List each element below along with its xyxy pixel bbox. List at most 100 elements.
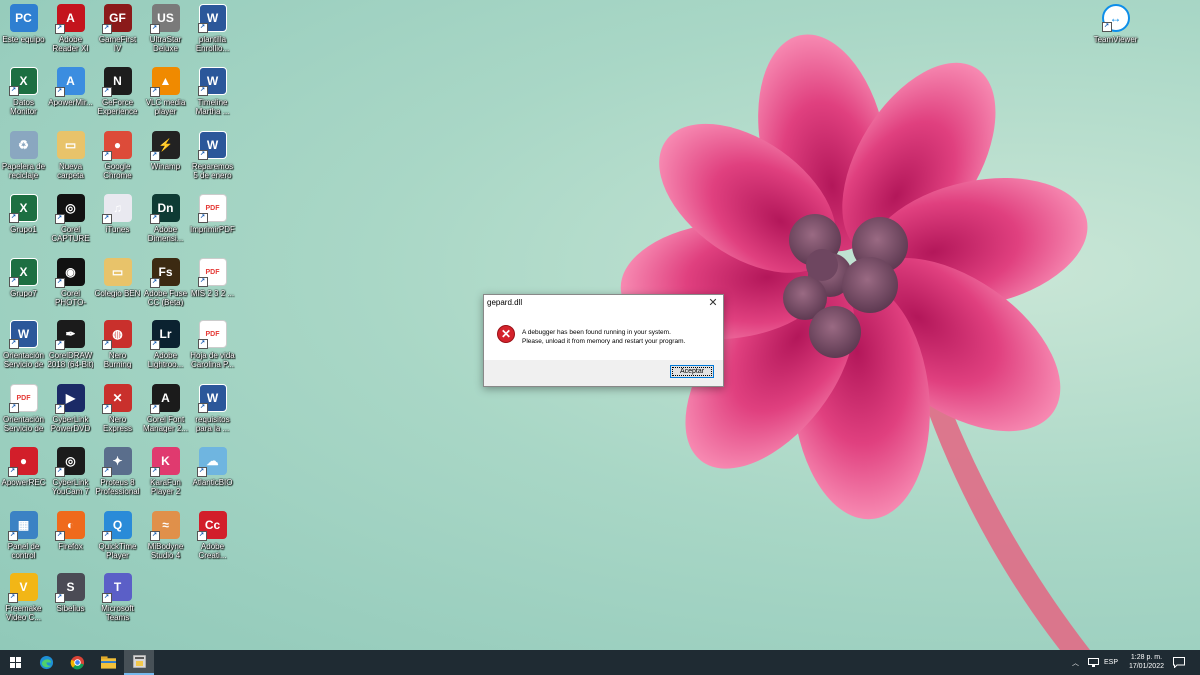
desktop-icon[interactable]: ▦ ↗ Panel de control (0, 511, 47, 574)
desktop-icon[interactable]: PC Este equipo (0, 4, 47, 67)
desktop-icon[interactable]: N ↗ GeForce Experience (94, 67, 141, 130)
app-icon-glyph: Q (112, 518, 123, 532)
desktop-icon[interactable]: ▶↗CyberLink PowerDVD 17 (47, 384, 94, 447)
desktop-icon[interactable]: PDF ↗ MIS 2 3 2 ... (189, 258, 236, 321)
notification-center-button[interactable] (1173, 650, 1185, 675)
desktop-icon[interactable]: W↗ Reparemos 5 de enero d... (189, 131, 236, 194)
desktop-icon[interactable]: Q ↗ QuickTime Player (94, 511, 141, 574)
language-indicator[interactable]: ESP (1104, 650, 1118, 675)
app-icon: ▲ ↗ (149, 67, 180, 97)
app-icon-glyph: W (206, 138, 219, 152)
desktop-icon[interactable]: Dn ↗ Adobe Dimensi... (142, 194, 189, 257)
desktop-icon[interactable]: ◎↗Corel CAPTURE ... (47, 194, 94, 257)
desktop-icon[interactable]: ♻ Papelera de reciclaje (0, 131, 47, 194)
app-icon: PDF ↗ (8, 384, 38, 413)
app-icon-glyph: Lr (159, 327, 172, 341)
app-icon: ◎ ↗ (54, 194, 85, 224)
desktop-icon[interactable]: Cc ↗ Adobe Creati... (189, 511, 236, 574)
desktop-icon[interactable]: PDF↗ Orientación Servicio de ... (0, 384, 47, 447)
desktop-icon[interactable]: Lr ↗ Adobe Lightroo... (142, 320, 189, 383)
desktop-icon[interactable]: ✒ ↗ CorelDRAW 2018 (64-Bit) (47, 320, 94, 383)
start-button[interactable] (0, 650, 30, 675)
shortcut-arrow-icon: ↗ (149, 404, 160, 414)
desktop-icon[interactable]: US ↗ UltraStar Deluxe (142, 4, 189, 67)
shortcut-arrow-icon: ↗ (54, 214, 65, 224)
desktop-icon[interactable]: A ↗ ApowerMir... (47, 67, 94, 130)
shortcut-arrow-icon: ↗ (54, 24, 65, 34)
desktop-icon-label: Adobe Lightroo... (147, 351, 184, 369)
desktop-icon-label: UltraStar Deluxe (149, 35, 182, 53)
app-icon: ◐ ↗ (54, 511, 85, 541)
desktop-icon[interactable]: ♫ ↗ iTunes (94, 194, 141, 257)
shortcut-arrow-icon: ↗ (8, 213, 19, 223)
desktop-icon[interactable]: ◐ ↗ Firefox (47, 511, 94, 574)
app-icon-glyph: ◎ (65, 454, 76, 468)
desktop-icon[interactable]: ▭ Nueva carpeta (47, 131, 94, 194)
dialog-message-line2: Please, unload it from memory and restar… (522, 338, 686, 345)
desktop-icon[interactable]: W ↗ plantilla Enrollio... (189, 4, 236, 67)
desktop-icon-label: Nero Express (103, 415, 132, 433)
shortcut-arrow-icon: ↗ (8, 86, 19, 96)
app-icon-glyph: Dn (157, 201, 174, 215)
desktop-icon[interactable]: X ↗ Grupo7 (0, 258, 47, 321)
clock-time: 1:28 p. m. (1130, 654, 1163, 661)
desktop-icon[interactable]: ✦ ↗ Proteus 8 Professional (94, 447, 141, 510)
desktop-icon-label: Corel Font Manager 2... (143, 415, 188, 433)
ok-button[interactable]: Aceptar (670, 365, 714, 378)
taskbar-gepard-app[interactable] (124, 650, 154, 675)
taskbar-clock[interactable]: 1:28 p. m. 17/01/2022 (1129, 653, 1164, 671)
app-icon-glyph: T (113, 580, 122, 594)
desktop-icon[interactable]: ● ↗ Google Chrome (94, 131, 141, 194)
shortcut-arrow-icon: ↗ (101, 404, 112, 414)
desktop-icon[interactable]: ◉↗Corel PHOTO-PAI... (47, 258, 94, 321)
desktop-icon[interactable]: X ↗ Datos Monitor (0, 67, 47, 130)
desktop-icon[interactable]: A ↗ Corel Font Manager 2... (142, 384, 189, 447)
desktop-icon[interactable]: ● ↗ ApowerREC (0, 447, 47, 510)
desktop-icon[interactable]: W ↗ Timeline Martha ... (189, 67, 236, 130)
dialog-titlebar[interactable]: gepard.dll ✕ (484, 295, 723, 312)
shortcut-arrow-icon: ↗ (7, 467, 18, 477)
app-icon: V ↗ (7, 573, 38, 603)
desktop-icon[interactable]: ✕ ↗ Nero Express (94, 384, 141, 447)
desktop-icon[interactable]: T ↗ Microsoft Teams (94, 573, 141, 636)
desktop-icon[interactable]: A ↗ Adobe Reader XI (47, 4, 94, 67)
desktop-icon[interactable]: PDF ↗ Hoja de vida Carolina P... (189, 320, 236, 383)
desktop-icon[interactable]: ▲ ↗ VLC media player (142, 67, 189, 130)
show-hidden-icons-button[interactable]: ︿ (1072, 650, 1079, 675)
desktop-icon-teamviewer[interactable]: ↔ ↗ TeamViewer (1092, 4, 1139, 67)
desktop-icon[interactable]: W↗ Orientación Servicio de ... (0, 320, 47, 383)
desktop-icon-label: Datos Monitor (10, 98, 37, 116)
desktop-icon-label: Hoja de vida Carolina P... (190, 351, 235, 369)
close-icon[interactable]: ✕ (707, 296, 719, 309)
taskbar-file-explorer[interactable] (93, 650, 123, 675)
desktop-icon[interactable]: PDF ↗ ImprimirPDF (189, 194, 236, 257)
shortcut-arrow-icon: ↗ (8, 403, 19, 413)
desktop-icon[interactable]: ◍↗Nero Burning ROM (94, 320, 141, 383)
desktop-icon[interactable]: K ↗ KaraFun Player 2 (142, 447, 189, 510)
desktop-icon[interactable]: GF ↗ GameFirst IV (94, 4, 141, 67)
desktop-icon[interactable]: ⚡ ↗ Winamp (142, 131, 189, 194)
taskbar-edge[interactable] (31, 650, 61, 675)
network-tray[interactable] (1088, 650, 1099, 675)
app-icon: GF ↗ (101, 4, 132, 34)
shortcut-arrow-icon: ↗ (8, 277, 19, 287)
desktop-icon[interactable]: ☁ ↗ AtlanticBIO (189, 447, 236, 510)
desktop-icon[interactable]: ◎ ↗ CyberLink YouCam 7 (47, 447, 94, 510)
desktop-icon[interactable]: S ↗ Sibelius (47, 573, 94, 636)
chrome-icon (70, 655, 84, 670)
desktop-icon[interactable]: V ↗ Freemake Video C... (0, 573, 47, 636)
desktop-icon[interactable]: W ↗ requisitos para la ... (189, 384, 236, 447)
desktop-icon[interactable]: ≈ ↗ MiBodyne Studio 4 (142, 511, 189, 574)
desktop-icon[interactable]: X ↗ Grupo1 (0, 194, 47, 257)
desktop-icon-label: Adobe Creati... (198, 542, 227, 560)
app-icon-glyph: PDF (205, 268, 220, 276)
dialog-title: gepard.dll (487, 298, 523, 307)
app-icon: A ↗ (54, 67, 85, 97)
app-icon: ▭ (56, 131, 85, 159)
taskbar-chrome[interactable] (62, 650, 92, 675)
desktop-icon[interactable]: Fs ↗ Adobe Fuse CC (Beta) (142, 258, 189, 321)
app-icon: ▦ ↗ (7, 511, 38, 541)
desktop-icon-label: Orientación Servicio de ... (3, 351, 44, 369)
desktop-icon[interactable]: ▭ Colegio BEN (94, 258, 141, 321)
shortcut-arrow-icon: ↗ (101, 214, 112, 224)
